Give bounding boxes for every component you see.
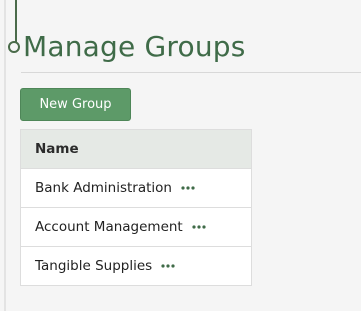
column-header-name[interactable]: Name [20,129,252,169]
more-horizontal-icon[interactable] [181,185,195,191]
more-horizontal-icon[interactable] [192,224,206,230]
more-horizontal-icon[interactable] [161,263,175,269]
page-title: Manage Groups [23,30,246,63]
left-border [4,0,6,311]
table-cell: Tangible Supplies [20,246,252,286]
table-header-row: Name [20,129,252,169]
table-cell: Account Management [20,207,252,247]
timeline-node-icon [8,41,20,53]
timeline-line [15,0,17,42]
group-name[interactable]: Bank Administration [35,180,172,196]
group-name[interactable]: Account Management [35,219,183,235]
table-cell: Bank Administration [20,168,252,208]
page-canvas: Manage Groups New Group Name Bank Admini… [0,0,361,311]
table-row[interactable]: Bank Administration [20,168,252,208]
new-group-button[interactable]: New Group [20,88,131,121]
table-row[interactable]: Tangible Supplies [20,246,252,286]
table-row[interactable]: Account Management [20,207,252,247]
group-name[interactable]: Tangible Supplies [35,258,152,274]
title-divider [21,72,361,73]
groups-table: Name Bank Administration Account Managem… [20,129,252,286]
